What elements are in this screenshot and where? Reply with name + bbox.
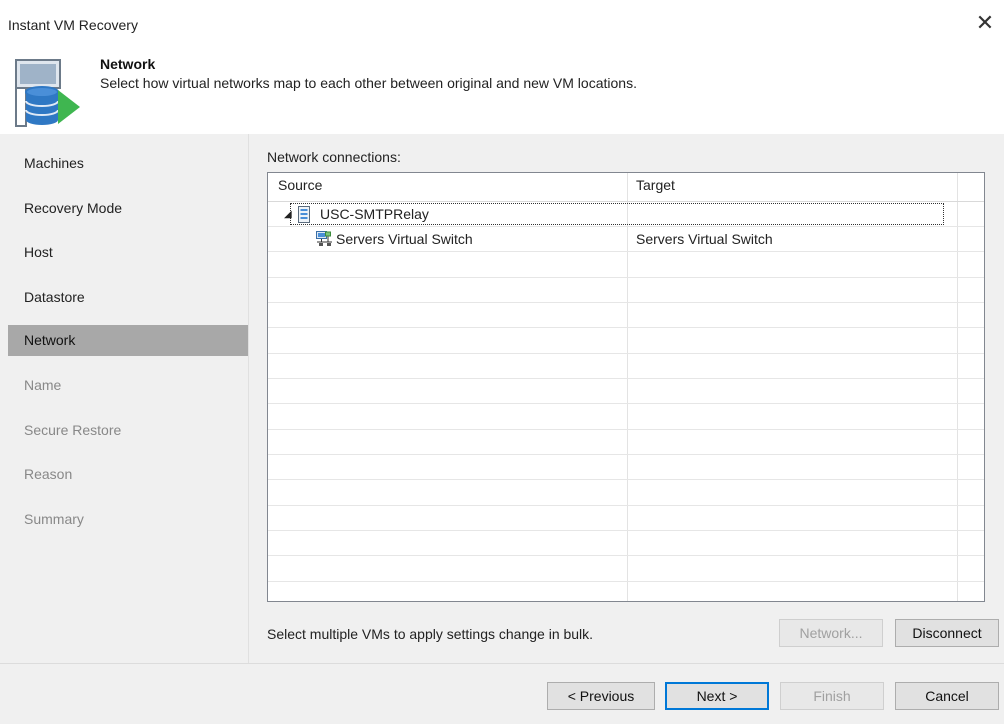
row-divider [268, 505, 984, 506]
finish-button[interactable]: Finish [780, 682, 884, 710]
sidebar-item-network[interactable]: Network [8, 325, 248, 356]
wizard-footer: < Previous Next > Finish Cancel [0, 663, 1004, 724]
row-divider [268, 479, 984, 480]
network-icon [316, 231, 332, 246]
window-title: Instant VM Recovery [8, 17, 138, 33]
row-divider [268, 581, 984, 582]
target-network-cell: Servers Virtual Switch [636, 231, 773, 247]
sidebar-item-recovery-mode[interactable]: Recovery Mode [8, 193, 248, 224]
row-divider [268, 353, 984, 354]
row-divider [268, 530, 984, 531]
sidebar-item-host[interactable]: Host [8, 237, 248, 268]
previous-button[interactable]: < Previous [547, 682, 655, 710]
source-network-cell: Servers Virtual Switch [336, 231, 473, 247]
next-button[interactable]: Next > [665, 682, 769, 710]
row-divider [268, 454, 984, 455]
sidebar-item-name: Name [24, 377, 62, 393]
sidebar-item-datastore[interactable]: Datastore [8, 282, 248, 313]
sidebar-item-summary: Summary [24, 511, 84, 527]
table-row[interactable]: Servers Virtual Switch Servers Virtual S… [268, 228, 984, 252]
column-header-source[interactable]: Source [278, 177, 322, 193]
title-bar: Instant VM Recovery ✕ [0, 0, 1004, 48]
page-subtitle: Select how virtual networks map to each … [100, 75, 637, 91]
close-icon[interactable]: ✕ [972, 10, 998, 36]
row-divider [268, 429, 984, 430]
header-divider [268, 201, 984, 202]
network-connections-table[interactable]: Source Target ◢ USC-SMTPRelay Servers Vi… [267, 172, 985, 602]
cancel-button[interactable]: Cancel [895, 682, 999, 710]
sidebar-item-reason: Reason [24, 466, 73, 482]
vm-name: USC-SMTPRelay [320, 206, 429, 222]
wizard-header: Network Select how virtual networks map … [0, 48, 1004, 135]
vm-icon [298, 206, 310, 223]
restore-vm-icon [14, 56, 80, 128]
row-divider [268, 277, 984, 278]
network-step-content: Network connections: Source Target ◢ USC… [249, 134, 1004, 663]
disconnect-button[interactable]: Disconnect [895, 619, 999, 647]
bulk-hint-text: Select multiple VMs to apply settings ch… [267, 626, 594, 642]
row-divider [268, 302, 984, 303]
row-divider [268, 327, 984, 328]
row-divider [268, 378, 984, 379]
table-row-vm[interactable]: ◢ USC-SMTPRelay [268, 203, 984, 227]
column-header-target[interactable]: Target [636, 177, 675, 193]
collapse-arrow-icon[interactable]: ◢ [284, 209, 292, 220]
page-title: Network [100, 56, 156, 72]
sidebar-item-machines[interactable]: Machines [8, 148, 248, 179]
row-divider [268, 403, 984, 404]
sidebar-item-secure-restore: Secure Restore [24, 422, 122, 438]
network-button[interactable]: Network... [779, 619, 883, 647]
wizard-steps-sidebar: Machines Recovery Mode Host Datastore Ne… [0, 134, 249, 663]
network-connections-label: Network connections: [267, 149, 401, 165]
row-divider [268, 555, 984, 556]
